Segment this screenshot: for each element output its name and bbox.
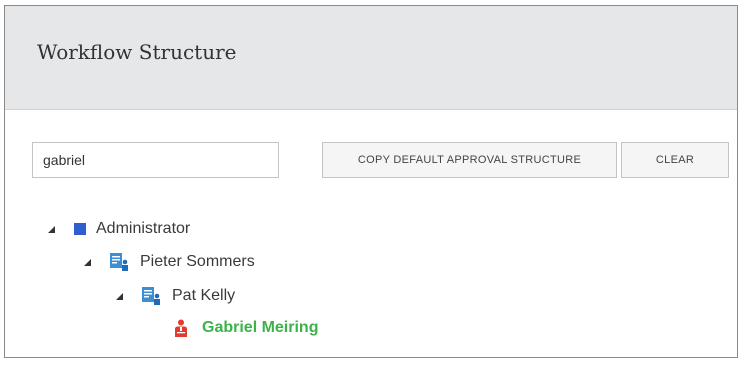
collapse-triangle-icon[interactable]: [82, 257, 92, 267]
panel-header: Workflow Structure: [5, 6, 737, 110]
page-title: Workflow Structure: [37, 40, 237, 64]
collapse-triangle-icon[interactable]: [114, 291, 124, 301]
tree-node-administrator[interactable]: Administrator: [46, 218, 190, 240]
tree-node-label: Gabriel Meiring: [202, 319, 319, 336]
tree-node-label: Administrator: [96, 220, 191, 237]
user-document-icon: [110, 253, 130, 271]
person-icon: [174, 319, 188, 337]
copy-default-approval-structure-button[interactable]: COPY DEFAULT APPROVAL STRUCTURE: [322, 142, 617, 178]
user-document-icon: [142, 287, 162, 305]
tree-node-pieter-sommers[interactable]: Pieter Sommers: [82, 251, 255, 273]
clear-button[interactable]: CLEAR: [621, 142, 729, 178]
square-icon: [74, 223, 86, 235]
tree-node-gabriel-meiring[interactable]: Gabriel Meiring: [174, 317, 318, 339]
tree-node-label: Pieter Sommers: [140, 253, 255, 270]
search-input[interactable]: [32, 142, 279, 178]
collapse-triangle-icon[interactable]: [46, 224, 56, 234]
tree-node-pat-kelly[interactable]: Pat Kelly: [114, 285, 235, 307]
tree-node-label: Pat Kelly: [172, 287, 236, 304]
